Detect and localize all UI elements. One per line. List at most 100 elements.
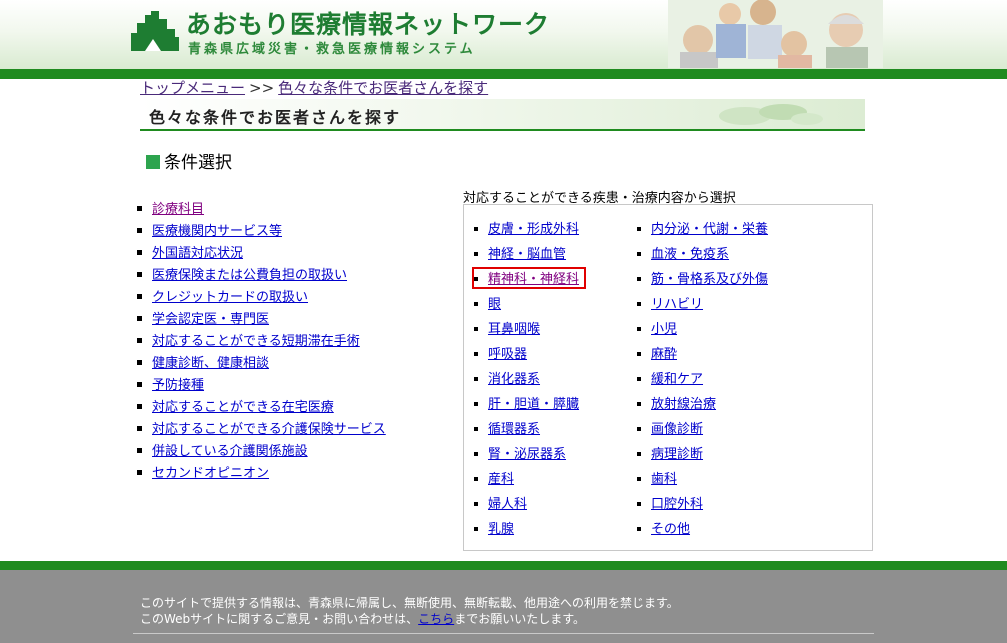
disease-link-digestive[interactable]: 消化器系: [488, 372, 540, 387]
disease-link-palliative-care[interactable]: 緩和ケア: [651, 372, 703, 387]
disease-link-breast[interactable]: 乳腺: [488, 522, 514, 537]
bullet-icon: [637, 477, 641, 481]
condition-link-nursing-facility[interactable]: 併設している介護関係施設: [152, 444, 308, 459]
condition-link-specialty[interactable]: 診療科目: [152, 202, 204, 217]
disease-link-eye[interactable]: 眼: [488, 297, 501, 312]
bullet-icon: [637, 527, 641, 531]
list-item: 併設している介護関係施設: [137, 441, 386, 463]
disease-link-obstetrics[interactable]: 産科: [488, 472, 514, 487]
list-item: 緩和ケア: [637, 367, 768, 392]
list-item: 乳腺: [474, 517, 579, 542]
bullet-icon: [474, 477, 478, 481]
disease-link-liver-pancreas[interactable]: 肝・胆道・膵臓: [488, 397, 579, 412]
bullet-icon: [637, 302, 641, 306]
disease-link-neuro-cerebrovascular[interactable]: 神経・脳血管: [488, 247, 566, 262]
condition-link-home-care[interactable]: 対応することができる在宅医療: [152, 400, 334, 415]
disease-link-imaging[interactable]: 画像診断: [651, 422, 703, 437]
condition-link-foreign-language[interactable]: 外国語対応状況: [152, 246, 243, 261]
disease-column-left: 皮膚・形成外科 神経・脳血管 精神科・神経科 眼 耳鼻咽喉 呼吸器 消化器系 肝…: [474, 217, 579, 542]
condition-link-second-opinion[interactable]: セカンドオピニオン: [152, 466, 269, 481]
condition-link-health-checkup[interactable]: 健康診断、健康相談: [152, 356, 269, 371]
breadcrumb-top-menu-link[interactable]: トップメニュー: [140, 79, 245, 97]
condition-link-facility-services[interactable]: 医療機関内サービス等: [152, 224, 282, 239]
list-item: 小児: [637, 317, 768, 342]
disease-link-dentistry[interactable]: 歯科: [651, 472, 677, 487]
page-title-bar: 色々な条件でお医者さんを探す: [140, 99, 865, 131]
disease-link-rehabilitation[interactable]: リハビリ: [651, 297, 703, 312]
list-item: 画像診断: [637, 417, 768, 442]
list-item: 歯科: [637, 467, 768, 492]
bullet-icon: [137, 250, 142, 255]
disease-link-gynecology[interactable]: 婦人科: [488, 497, 527, 512]
selection-highlight-box: [472, 267, 586, 289]
list-item: 腎・泌尿器系: [474, 442, 579, 467]
bullet-icon: [137, 470, 142, 475]
list-item: 呼吸器: [474, 342, 579, 367]
disease-link-blood-immune[interactable]: 血液・免疫系: [651, 247, 729, 262]
list-item: 病理診断: [637, 442, 768, 467]
list-item: リハビリ: [637, 292, 768, 317]
condition-link-certified-specialist[interactable]: 学会認定医・専門医: [152, 312, 269, 327]
list-item: その他: [637, 517, 768, 542]
disease-link-other[interactable]: その他: [651, 522, 690, 537]
breadcrumb-separator: >>: [249, 79, 275, 97]
green-square-icon: [146, 155, 160, 169]
list-item: 循環器系: [474, 417, 579, 442]
disease-link-oral-surgery[interactable]: 口腔外科: [651, 497, 703, 512]
bullet-icon: [474, 452, 478, 456]
page-title: 色々な条件でお医者さんを探す: [149, 108, 402, 127]
disease-link-respiratory[interactable]: 呼吸器: [488, 347, 527, 362]
list-item: 診療科目: [137, 199, 386, 221]
bullet-icon: [474, 302, 478, 306]
site-title: あおもり医療情報ネットワーク: [186, 10, 551, 39]
list-item: 産科: [474, 467, 579, 492]
condition-link-insurance[interactable]: 医療保険または公費負担の取扱い: [152, 268, 347, 283]
disease-column-right: 内分泌・代謝・栄養 血液・免疫系 筋・骨格系及び外傷 リハビリ 小児 麻酔 緩和…: [637, 217, 768, 542]
footer-divider: [133, 633, 874, 634]
bullet-icon: [474, 352, 478, 356]
bullet-icon: [474, 402, 478, 406]
condition-link-credit-card[interactable]: クレジットカードの取扱い: [152, 290, 308, 305]
disease-link-anesthesia[interactable]: 麻酔: [651, 347, 677, 362]
list-item: 皮膚・形成外科: [474, 217, 579, 242]
disease-link-musculoskeletal[interactable]: 筋・骨格系及び外傷: [651, 272, 768, 287]
disease-link-circulatory[interactable]: 循環器系: [488, 422, 540, 437]
bullet-icon: [474, 502, 478, 506]
bullet-icon: [637, 352, 641, 356]
bullet-icon: [474, 377, 478, 381]
condition-category-list: 診療科目 医療機関内サービス等 外国語対応状況 医療保険または公費負担の取扱い …: [137, 199, 386, 485]
bullet-icon: [637, 377, 641, 381]
bullet-icon: [637, 502, 641, 506]
footer-contact-link[interactable]: こちら: [418, 612, 454, 626]
disease-link-urology[interactable]: 腎・泌尿器系: [488, 447, 566, 462]
breadcrumb: トップメニュー >> 色々な条件でお医者さんを探す: [140, 77, 488, 98]
bullet-icon: [637, 452, 641, 456]
disease-link-pediatrics[interactable]: 小児: [651, 322, 677, 337]
condition-link-short-stay-surgery[interactable]: 対応することができる短期滞在手術: [152, 334, 360, 349]
footer-notice: このサイトで提供する情報は、青森県に帰属し、無断使用、無断転載、他用途への利用を…: [140, 595, 679, 627]
disease-link-endocrine[interactable]: 内分泌・代謝・栄養: [651, 222, 768, 237]
breadcrumb-current-link[interactable]: 色々な条件でお医者さんを探す: [278, 79, 488, 97]
list-item: 口腔外科: [637, 492, 768, 517]
list-item: 外国語対応状況: [137, 243, 386, 265]
site-header: あおもり医療情報ネットワーク 青森県広域災害・救急医療情報システム: [0, 0, 1007, 69]
condition-link-nursing-insurance[interactable]: 対応することができる介護保険サービス: [152, 422, 386, 437]
disease-link-pathology[interactable]: 病理診断: [651, 447, 703, 462]
bullet-icon: [637, 427, 641, 431]
condition-link-vaccination[interactable]: 予防接種: [152, 378, 204, 393]
disease-link-radiotherapy[interactable]: 放射線治療: [651, 397, 716, 412]
list-item: クレジットカードの取扱い: [137, 287, 386, 309]
disease-link-ent[interactable]: 耳鼻咽喉: [488, 322, 540, 337]
list-item: 対応することができる介護保険サービス: [137, 419, 386, 441]
disease-link-dermatology[interactable]: 皮膚・形成外科: [488, 222, 579, 237]
aomori-logo-icon: [131, 11, 179, 51]
footer-contact-suffix: までお願いいたします。: [454, 612, 585, 626]
site-subtitle: 青森県広域災害・救急医療情報システム: [188, 42, 476, 57]
disease-panel: 皮膚・形成外科 神経・脳血管 精神科・神経科 眼 耳鼻咽喉 呼吸器 消化器系 肝…: [463, 204, 873, 551]
list-item: 予防接種: [137, 375, 386, 397]
list-item: 対応することができる短期滞在手術: [137, 331, 386, 353]
list-item: 放射線治療: [637, 392, 768, 417]
list-item: 学会認定医・専門医: [137, 309, 386, 331]
bullet-icon: [137, 294, 142, 299]
list-item: 筋・骨格系及び外傷: [637, 267, 768, 292]
